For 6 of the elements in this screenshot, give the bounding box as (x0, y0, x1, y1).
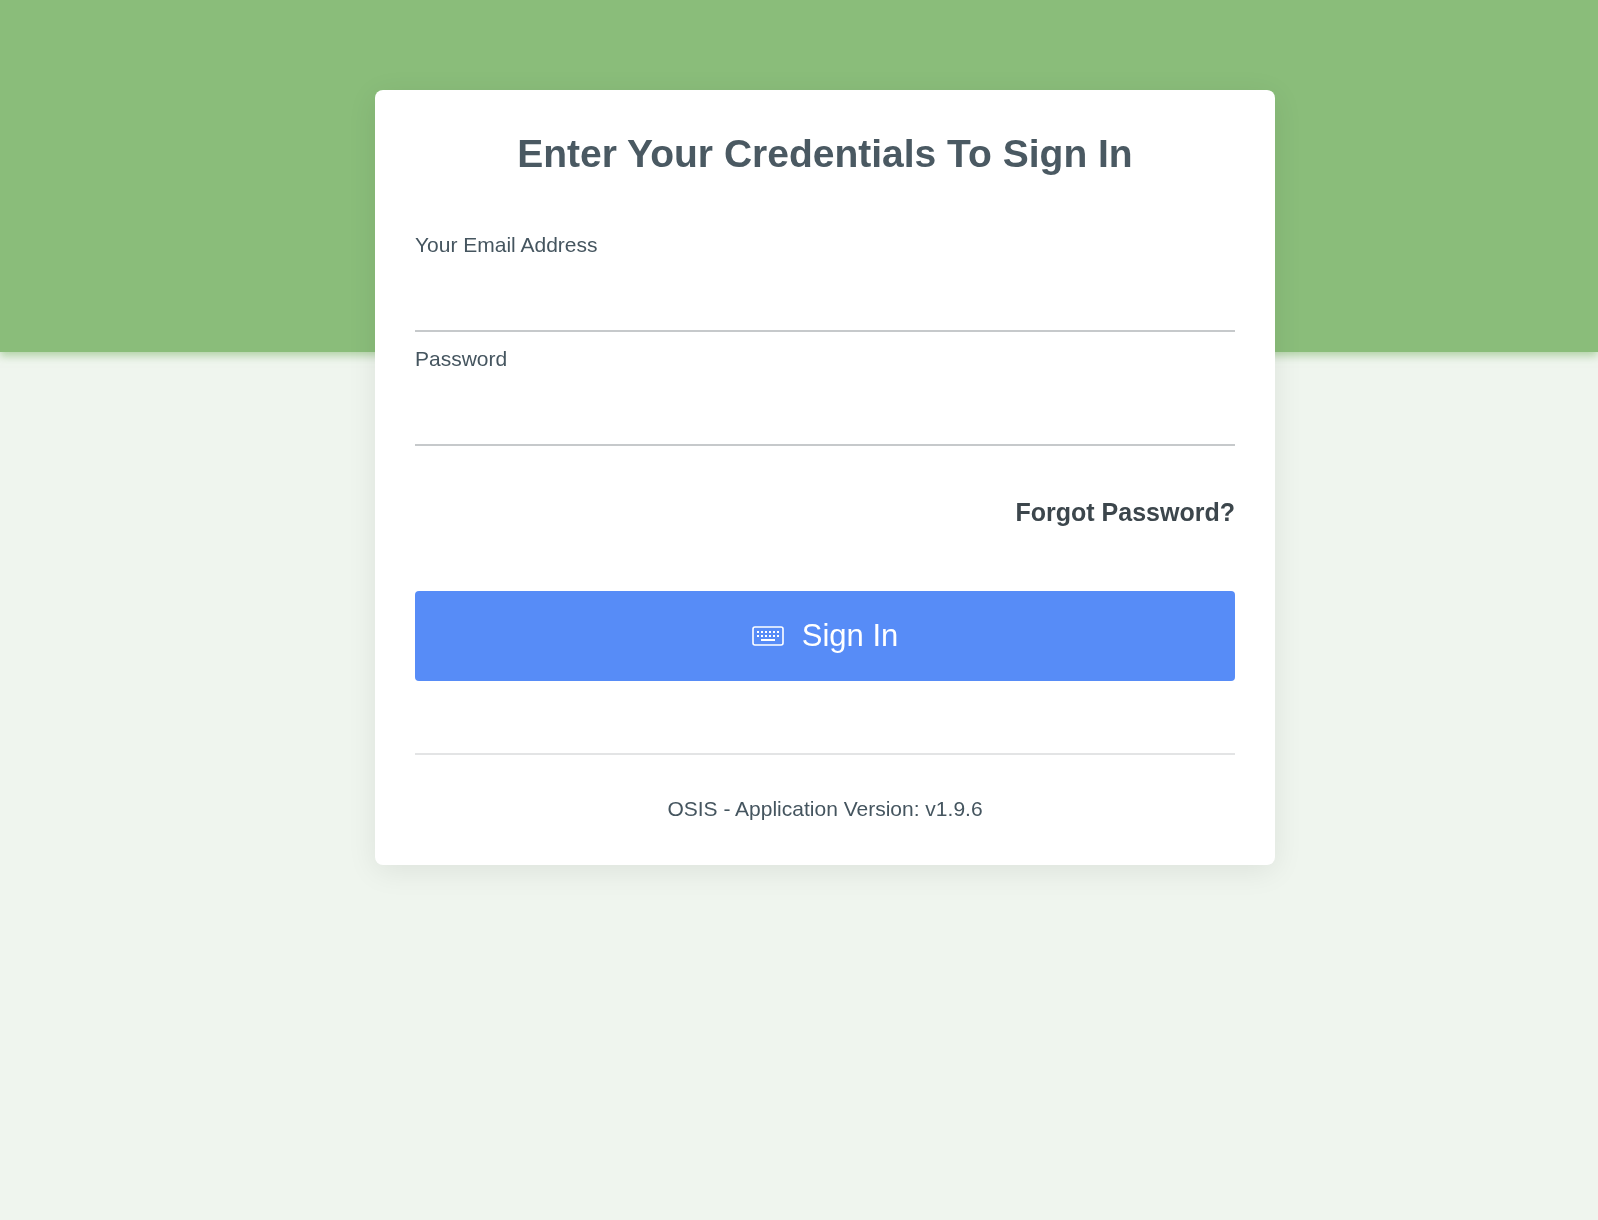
field-label: Password (415, 346, 509, 372)
version-text: OSIS - Application Version: v1.9.6 (666, 797, 984, 821)
field-label: Your Email Address (415, 232, 599, 258)
keyboard-icon (751, 626, 784, 646)
form-title: Enter Your Credentials To Sign In (516, 132, 1134, 176)
forgot-password-link[interactable]: Forgot Password? (1015, 498, 1235, 527)
